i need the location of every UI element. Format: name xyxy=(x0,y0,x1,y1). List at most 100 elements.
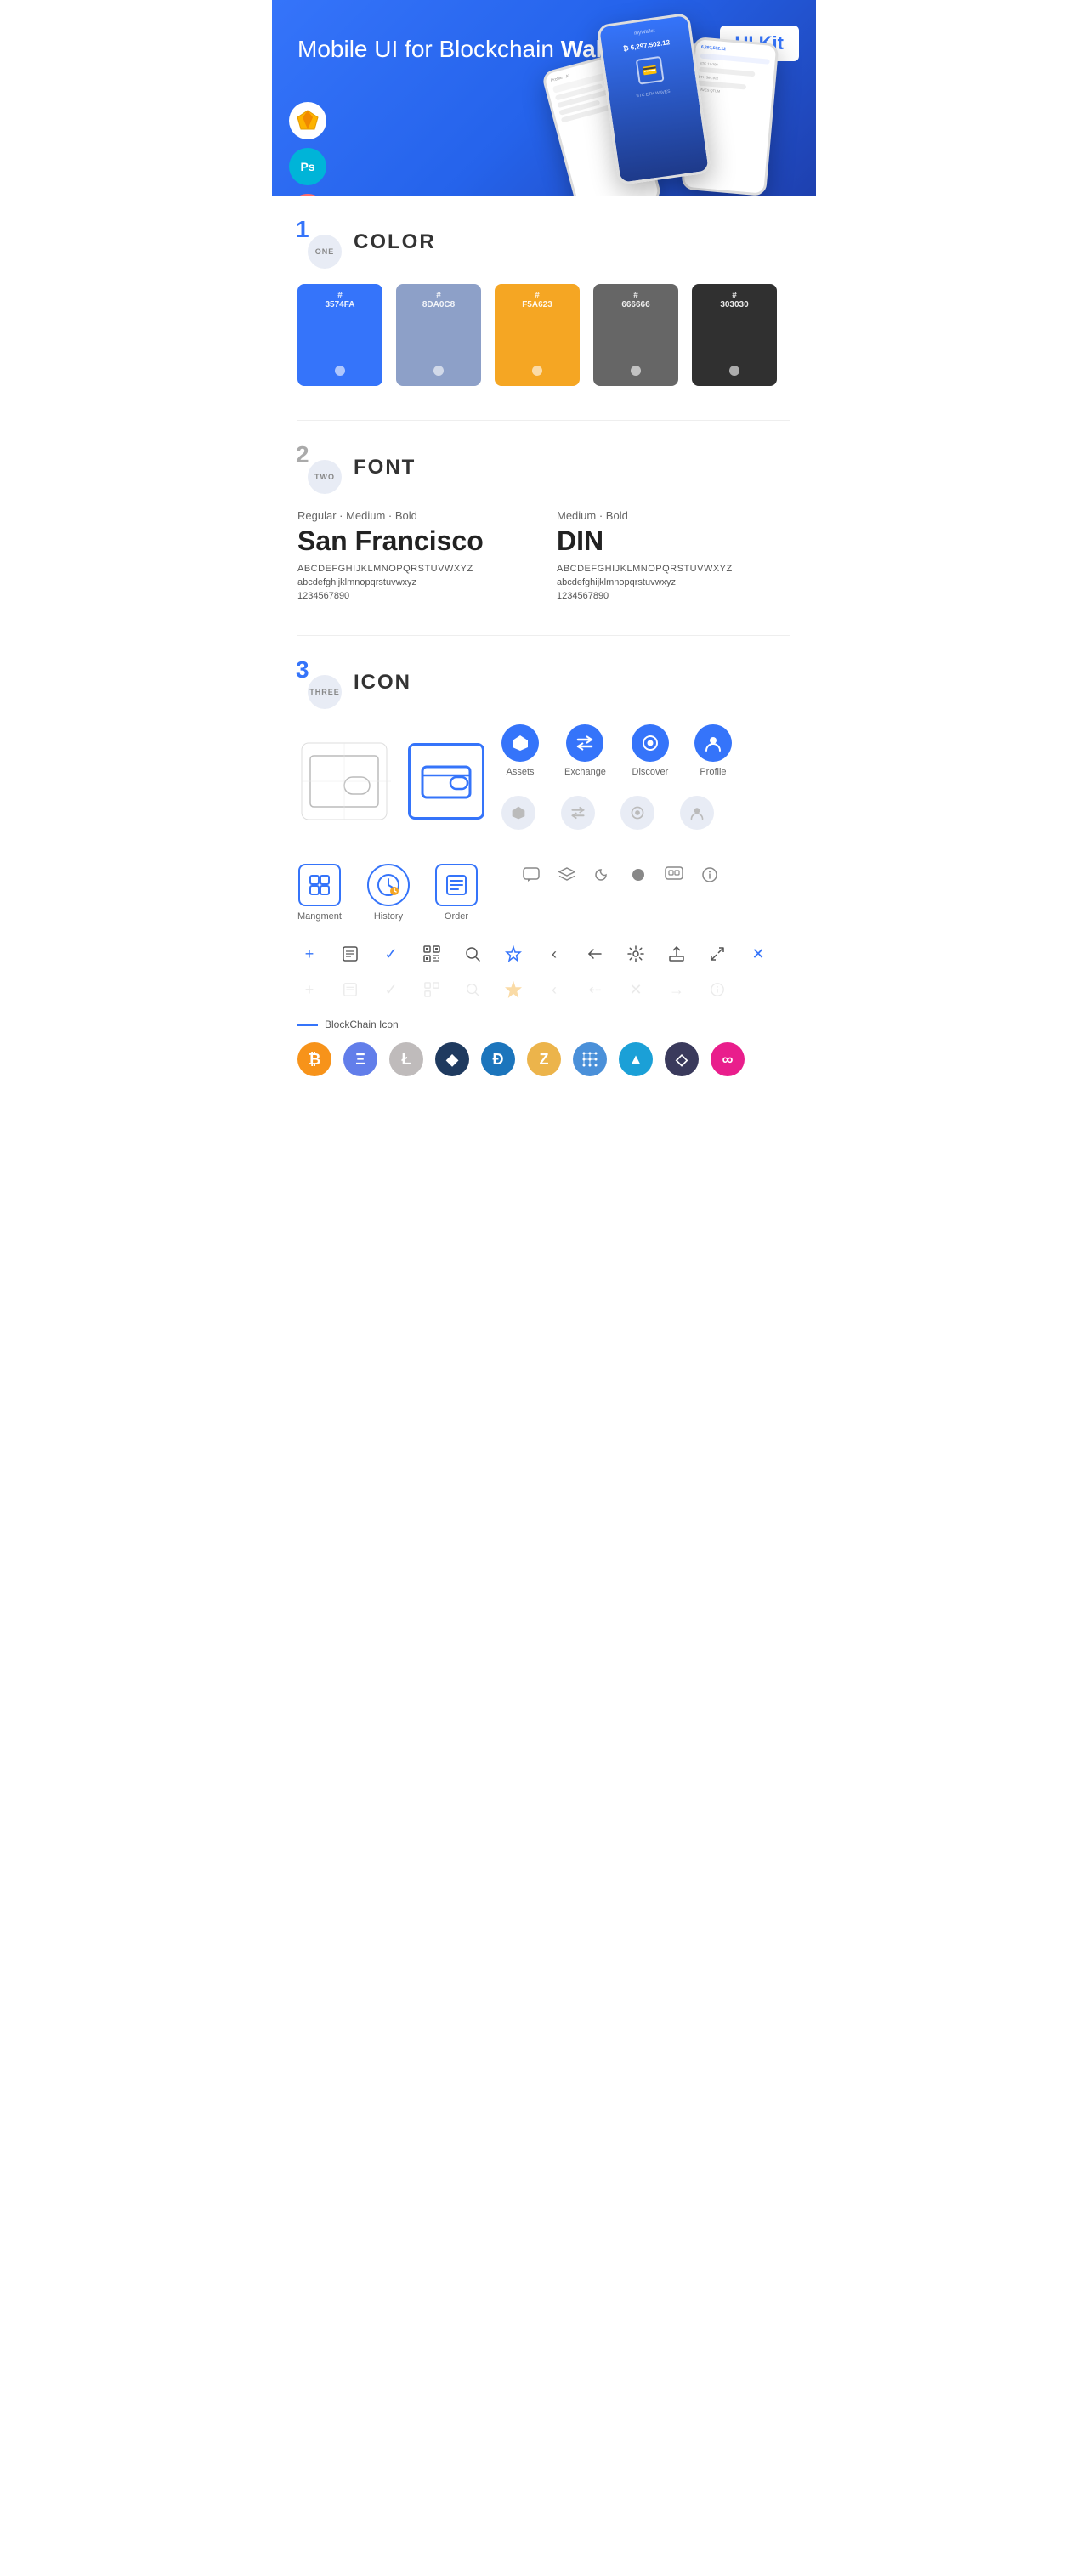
expand-icon[interactable] xyxy=(706,942,729,966)
font-section-header: 2 TWO FONT xyxy=(298,446,790,489)
exchange-icon[interactable] xyxy=(566,724,604,762)
layers-icon[interactable] xyxy=(556,864,578,886)
main-content: 1 ONE COLOR #3574FA #8DA0C8 #F5A623 #666 xyxy=(272,196,816,1136)
color-section-number: 1 ONE xyxy=(298,221,340,264)
share-icon[interactable] xyxy=(583,942,607,966)
assets-icon-item: Assets xyxy=(502,724,539,777)
neo-icon[interactable]: ◆ xyxy=(435,1042,469,1076)
wallet-icon-colored xyxy=(408,743,484,820)
search-icon-gray xyxy=(461,978,484,1001)
ethereum-icon[interactable]: Ξ xyxy=(343,1042,377,1076)
phone-mockups: Profile AI myWallet ₿ 6,297,502.12 💳 BTC… xyxy=(493,9,816,196)
profile-icon[interactable] xyxy=(694,724,732,762)
profile-icon-gray xyxy=(680,796,714,830)
icon-section: 3 THREE ICON xyxy=(298,661,790,1076)
color-dot xyxy=(434,366,444,376)
wallet-wireframe-container xyxy=(298,739,391,824)
hero-section: Mobile UI for Blockchain Wallet UI Kit P… xyxy=(272,0,816,196)
note-icon-gray xyxy=(338,978,362,1001)
font-san-francisco: Regular · Medium · Bold San Francisco AB… xyxy=(298,509,531,601)
font-section-number: 2 TWO xyxy=(298,446,340,489)
color-dot xyxy=(532,366,542,376)
back-icon-gray: ‹ xyxy=(542,978,566,1001)
ark-icon[interactable]: ▲ xyxy=(619,1042,653,1076)
assets-icon-gray xyxy=(502,796,536,830)
info-icon-gray xyxy=(706,978,729,1001)
color-dot xyxy=(729,366,740,376)
zcash-icon[interactable]: Z xyxy=(527,1042,561,1076)
toolbar-icons-gray-row: + ✓ ‹ ⇠ ✕ → xyxy=(298,978,790,1001)
icon-section-header: 3 THREE ICON xyxy=(298,661,790,704)
plus-icon-gray: + xyxy=(298,978,321,1001)
screens-badge: 60+ Screens xyxy=(289,194,326,196)
plus-icon[interactable]: + xyxy=(298,942,321,966)
blockchain-label: BlockChain Icon xyxy=(298,1018,790,1030)
utility-icons-row-1 xyxy=(520,864,721,886)
font-grid: Regular · Medium · Bold San Francisco AB… xyxy=(298,509,790,601)
hero-badges: Ps 60+ Screens xyxy=(289,102,326,196)
speech-bubble-icon[interactable] xyxy=(663,864,685,886)
star-icon[interactable] xyxy=(502,942,525,966)
toolbar-icons-row: + ✓ ‹ xyxy=(298,942,790,966)
mgmt-icons-row: Mangment History xyxy=(298,864,790,922)
dash-icon[interactable]: Đ xyxy=(481,1042,515,1076)
profile-icon-item: Profile xyxy=(694,724,732,777)
divider-1 xyxy=(298,420,790,421)
color-swatch-orange: #F5A623 xyxy=(495,284,580,386)
divider-2 xyxy=(298,635,790,636)
upload-icon[interactable] xyxy=(665,942,688,966)
search-icon[interactable] xyxy=(461,942,484,966)
history-icon[interactable] xyxy=(367,864,410,906)
utility-icons-container xyxy=(520,864,721,893)
nav-icons-row-colored: Assets Exchange xyxy=(502,724,732,777)
nav-icons-container: Assets Exchange xyxy=(502,724,732,838)
color-dot xyxy=(335,366,345,376)
color-swatch-grayblue: #8DA0C8 xyxy=(396,284,481,386)
assets-icon[interactable] xyxy=(502,724,539,762)
other-crypto-icon[interactable]: ∞ xyxy=(711,1042,745,1076)
order-icon-item: Order xyxy=(435,864,478,922)
star-icon-gray xyxy=(502,978,525,1001)
blockchain-line xyxy=(298,1024,318,1026)
nav-icons-row-gray xyxy=(502,796,732,830)
qr-icon[interactable] xyxy=(420,942,444,966)
color-swatches: #3574FA #8DA0C8 #F5A623 #666666 #303030 xyxy=(298,284,790,386)
sketch-badge xyxy=(289,102,326,139)
close-icon[interactable]: ✕ xyxy=(746,942,770,966)
management-icon[interactable] xyxy=(298,864,341,906)
discover-icon[interactable] xyxy=(632,724,669,762)
x-icon-gray: ✕ xyxy=(624,978,648,1001)
color-swatch-dark: #303030 xyxy=(692,284,777,386)
note-icon[interactable] xyxy=(338,942,362,966)
nano-icon[interactable]: ◇ xyxy=(665,1042,699,1076)
history-icon-item: History xyxy=(367,864,410,922)
circle-icon[interactable] xyxy=(627,864,649,886)
crypto-icons-row: ₿ Ξ Ł ◆ Đ Z ▲ ◇ xyxy=(298,1042,790,1076)
management-icon-item: Mangment xyxy=(298,864,342,922)
info-icon[interactable] xyxy=(699,864,721,886)
forward-icon-gray: → xyxy=(665,978,688,1001)
color-dot xyxy=(631,366,641,376)
discover-icon-item: Discover xyxy=(632,724,669,777)
moon-icon[interactable] xyxy=(592,864,614,886)
litecoin-icon[interactable]: Ł xyxy=(389,1042,423,1076)
grid-icon[interactable] xyxy=(573,1042,607,1076)
check-icon-gray: ✓ xyxy=(379,978,403,1001)
order-icon[interactable] xyxy=(435,864,478,906)
bitcoin-icon[interactable]: ₿ xyxy=(298,1042,332,1076)
chat-icon[interactable] xyxy=(520,864,542,886)
font-section: 2 TWO FONT Regular · Medium · Bold San F… xyxy=(298,446,790,601)
qr-icon-gray xyxy=(420,978,444,1001)
exchange-icon-item: Exchange xyxy=(564,724,606,777)
settings-icon[interactable] xyxy=(624,942,648,966)
share-icon-gray: ⇠ xyxy=(583,978,607,1001)
color-section-header: 1 ONE COLOR xyxy=(298,221,790,264)
back-icon[interactable]: ‹ xyxy=(542,942,566,966)
icon-wireframes-row: Assets Exchange xyxy=(298,724,790,838)
wireframe-grid-svg xyxy=(298,739,391,824)
photoshop-badge: Ps xyxy=(289,148,326,185)
discover-icon-gray xyxy=(620,796,654,830)
checkmark-icon[interactable]: ✓ xyxy=(379,942,403,966)
color-swatch-gray: #666666 xyxy=(593,284,678,386)
icon-section-number: 3 THREE xyxy=(298,661,340,704)
